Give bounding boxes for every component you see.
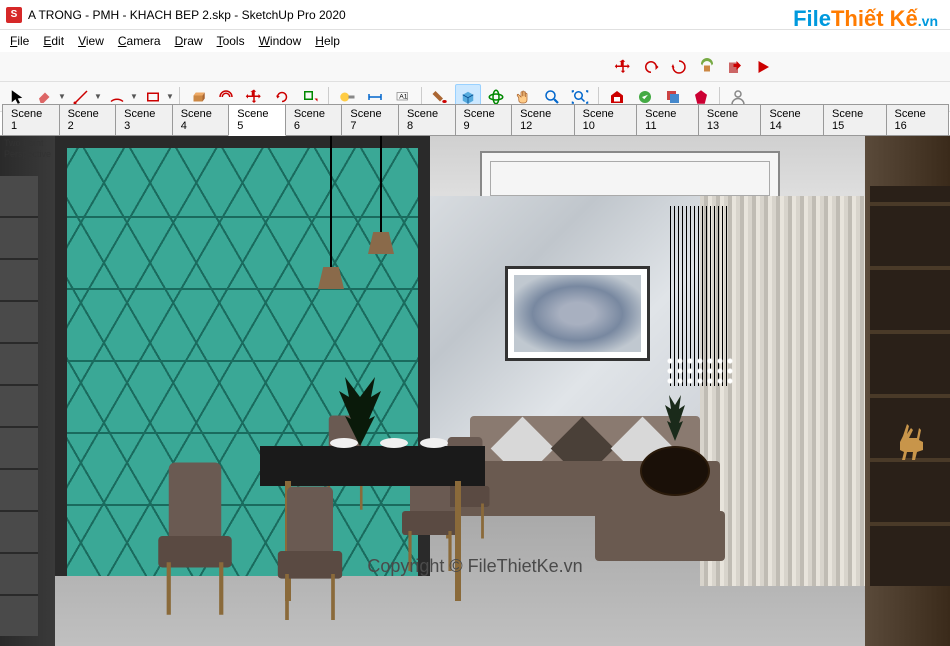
scene-tab-scene-12[interactable]: Scene 12: [511, 104, 575, 135]
scene-tab-scene-13[interactable]: Scene 13: [698, 104, 762, 135]
menu-tools[interactable]: Tools: [211, 32, 251, 50]
arc-tool-dropdown[interactable]: ▼: [130, 92, 138, 101]
scene-tab-scene-3[interactable]: Scene 3: [115, 104, 173, 135]
rectangle-tool-dropdown[interactable]: ▼: [166, 92, 174, 101]
eraser-tool-dropdown[interactable]: ▼: [58, 92, 66, 101]
watermark-logo: FileThiết Kế.vn: [793, 6, 938, 32]
menu-bar: FileEditViewCameraDrawToolsWindowHelp: [0, 30, 950, 52]
export-icon[interactable]: [722, 54, 748, 80]
menu-help[interactable]: Help: [309, 32, 346, 50]
scene-tab-scene-15[interactable]: Scene 15: [823, 104, 887, 135]
scene-tab-scene-4[interactable]: Scene 4: [172, 104, 230, 135]
scene-tab-scene-10[interactable]: Scene 10: [574, 104, 638, 135]
window-title: A TRONG - PMH - KHACH BEP 2.skp - Sketch…: [28, 8, 346, 22]
scene-tab-scene-14[interactable]: Scene 14: [760, 104, 824, 135]
orbit-icon[interactable]: [666, 54, 692, 80]
scene-tab-scene-5[interactable]: Scene 5: [228, 104, 286, 136]
camera-mode-label: Two Point Perspective: [4, 138, 51, 160]
scene-tab-scene-16[interactable]: Scene 16: [886, 104, 950, 135]
svg-text:A1: A1: [399, 93, 408, 100]
menu-file[interactable]: File: [4, 32, 35, 50]
scene-tabs: Scene 1Scene 2Scene 3Scene 4Scene 5Scene…: [0, 112, 950, 136]
scene-tab-scene-9[interactable]: Scene 9: [455, 104, 513, 135]
scene-tab-scene-6[interactable]: Scene 6: [285, 104, 343, 135]
menu-window[interactable]: Window: [253, 32, 308, 50]
scene-tab-scene-8[interactable]: Scene 8: [398, 104, 456, 135]
render-icon[interactable]: [750, 54, 776, 80]
scene-tab-scene-7[interactable]: Scene 7: [341, 104, 399, 135]
menu-view[interactable]: View: [72, 32, 110, 50]
menu-draw[interactable]: Draw: [169, 32, 209, 50]
move-icon[interactable]: [610, 54, 636, 80]
menu-edit[interactable]: Edit: [37, 32, 70, 50]
menu-camera[interactable]: Camera: [112, 32, 167, 50]
copyright-text: Copyright © FileThietKe.vn: [367, 556, 582, 577]
scene-tab-scene-2[interactable]: Scene 2: [59, 104, 117, 135]
toolbar-secondary: [0, 52, 950, 82]
app-icon: S: [6, 7, 22, 23]
line-tool-dropdown[interactable]: ▼: [94, 92, 102, 101]
orbit-left-icon[interactable]: [638, 54, 664, 80]
camera-icon[interactable]: [694, 54, 720, 80]
scene-tab-scene-11[interactable]: Scene 11: [636, 104, 699, 135]
scene-tab-scene-1[interactable]: Scene 1: [2, 104, 60, 135]
